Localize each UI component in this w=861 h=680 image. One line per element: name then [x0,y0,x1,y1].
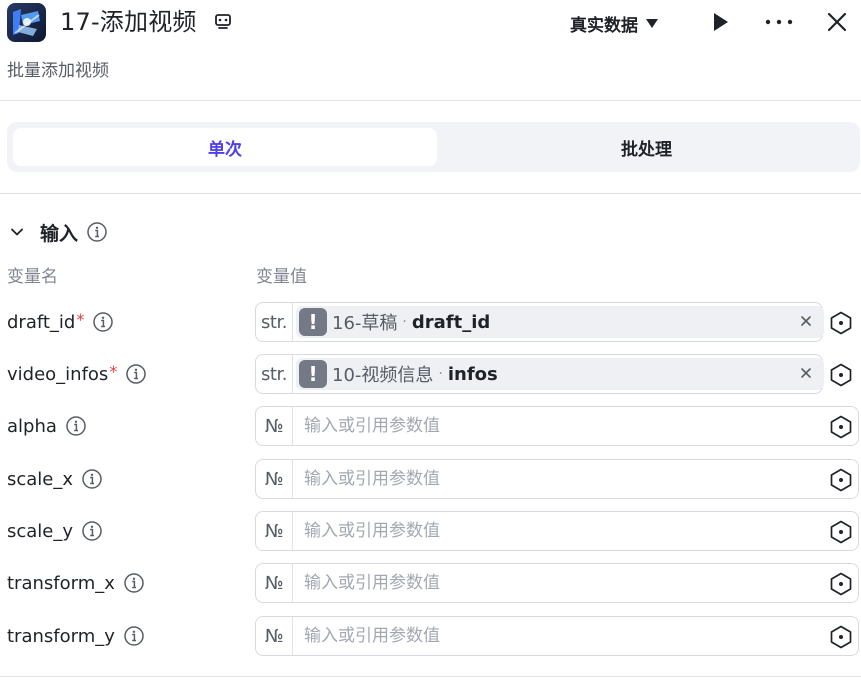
param-value-input[interactable]: № 输入或引用参数值 [255,563,859,603]
param-row-scale-y: scale_y № 输入或引用参数值 [0,511,861,551]
param-name: transform_y [7,616,145,656]
param-label: video_infos [7,363,109,385]
input-section-toggle[interactable]: 输入 [10,218,108,246]
divider [0,193,861,194]
info-icon[interactable] [86,221,108,243]
param-row-scale-x: scale_x № 输入或引用参数值 [0,459,861,499]
ref-variable: draft_id [411,311,491,333]
divider [0,676,861,677]
param-name: video_infos * [7,354,147,394]
param-value-input[interactable]: № 输入或引用参数值 [255,511,859,551]
ref-separator: · [402,314,407,330]
close-icon[interactable] [824,9,850,35]
type-badge: № [256,407,293,445]
tab-single[interactable]: 单次 [13,128,437,166]
variable-ref-tag[interactable]: ! 16-草稿 · draft_id [296,306,824,338]
type-badge: str. [256,303,293,341]
ref-separator: · [438,366,443,382]
param-label: scale_x [7,468,74,490]
info-icon[interactable] [123,625,145,647]
type-badge: str. [256,355,293,393]
param-row-transform-y: transform_y № 输入或引用参数值 [0,616,861,656]
info-icon[interactable] [92,311,114,333]
warning-icon: ! [299,360,327,388]
param-label: draft_id [7,311,76,333]
type-badge: № [256,617,293,655]
param-name: alpha [7,406,87,446]
info-icon[interactable] [123,572,145,594]
param-row-transform-x: transform_x № 输入或引用参数值 [0,563,861,603]
param-row-draft-id: draft_id * str. ! 16-草稿 · draft_id [0,302,861,342]
param-name: transform_x [7,563,145,603]
info-icon[interactable] [81,468,103,490]
variable-ref-icon[interactable] [828,310,854,336]
param-name: scale_x [7,459,103,499]
chevron-down-icon [11,228,23,236]
page-title: 17-添加视频 [60,8,197,36]
input-placeholder: 输入或引用参数值 [304,573,440,593]
input-placeholder: 输入或引用参数值 [304,626,440,646]
variable-ref-icon[interactable] [828,519,854,545]
variable-ref-icon[interactable] [828,362,854,388]
type-badge: № [256,460,293,498]
variable-ref-icon[interactable] [828,467,854,493]
app-icon [7,3,46,42]
node-description: 批量添加视频 [7,61,109,81]
param-label: transform_y [7,625,115,647]
data-mode-select[interactable]: 真实数据 [570,10,658,36]
caret-down-icon [646,18,658,28]
input-placeholder: 输入或引用参数值 [304,469,440,489]
info-icon[interactable] [125,363,147,385]
param-label: alpha [7,415,57,437]
param-row-video-infos: video_infos * str. ! 10-视频信息 · infos [0,354,861,394]
run-mode-tabs: 单次 批处理 [7,122,860,172]
required-mark: * [109,361,118,381]
ref-node-name: 10-视频信息 [332,365,434,386]
param-value-input[interactable]: № 输入或引用参数值 [255,616,859,656]
clear-icon[interactable] [796,363,816,383]
divider [0,100,861,101]
variable-ref-icon[interactable] [828,624,854,650]
node-type-icon [215,14,231,29]
param-row-alpha: alpha № 输入或引用参数值 [0,406,861,446]
tab-batch[interactable]: 批处理 [439,128,854,166]
warning-icon: ! [299,308,327,336]
param-value-field[interactable]: str. ! 10-视频信息 · infos [255,354,824,394]
input-placeholder: 输入或引用参数值 [304,521,440,541]
info-icon[interactable] [81,520,103,542]
param-name: scale_y [7,511,103,551]
required-mark: * [76,309,85,329]
variable-ref-icon[interactable] [828,571,854,597]
param-value-field[interactable]: str. ! 16-草稿 · draft_id [255,302,824,342]
ref-node-name: 16-草稿 [332,313,398,334]
play-icon[interactable] [708,10,732,34]
ref-variable: infos [447,363,498,385]
param-label: transform_x [7,572,115,594]
info-icon[interactable] [65,415,87,437]
param-name: draft_id * [7,302,114,342]
param-value-input[interactable]: № 输入或引用参数值 [255,406,859,446]
param-value-input[interactable]: № 输入或引用参数值 [255,459,859,499]
column-header-name: 变量名 [7,267,58,287]
variable-ref-tag[interactable]: ! 10-视频信息 · infos [296,358,824,390]
variable-ref-icon[interactable] [828,414,854,440]
header: 17-添加视频 真实数据 [0,0,861,46]
more-icon[interactable] [763,10,795,34]
column-header-value: 变量值 [256,267,307,287]
type-badge: № [256,512,293,550]
param-label: scale_y [7,520,74,542]
input-placeholder: 输入或引用参数值 [304,416,440,436]
section-title: 输入 [40,222,79,245]
data-mode-label: 真实数据 [570,15,638,36]
clear-icon[interactable] [796,311,816,331]
type-badge: № [256,564,293,602]
